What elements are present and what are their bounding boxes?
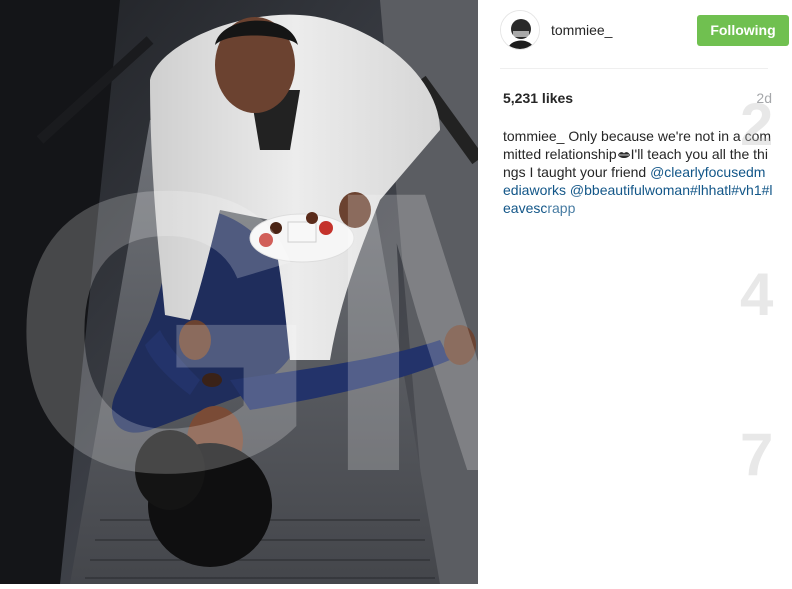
caption-mention-bbeautifulwoman[interactable]: @bbeautifulwoman xyxy=(570,182,690,198)
kiss-lips-icon xyxy=(617,152,630,158)
caption-hashtag-vh1[interactable]: #vh1 xyxy=(731,182,761,198)
post-header: tommiee_ Following xyxy=(500,10,789,52)
post-timestamp[interactable]: 2d xyxy=(742,90,772,106)
avatar-image-icon xyxy=(501,11,539,49)
caption-username[interactable]: tommiee_ xyxy=(503,128,564,144)
avatar[interactable] xyxy=(500,10,540,50)
author-username[interactable]: tommiee_ xyxy=(551,22,612,38)
post-photo[interactable] xyxy=(0,0,478,584)
post-caption: tommiee_ Only because we're not in a com… xyxy=(503,127,773,217)
caption-hashtag-lhhatl[interactable]: #lhhatl xyxy=(690,182,731,198)
post-photo-illustration xyxy=(0,0,478,584)
post-details-panel: tommiee_ Following 5,231 likes 2d tommie… xyxy=(478,0,792,589)
header-divider xyxy=(500,68,768,69)
likes-count[interactable]: 5,231 likes xyxy=(503,90,573,106)
following-button[interactable]: Following xyxy=(697,15,789,46)
